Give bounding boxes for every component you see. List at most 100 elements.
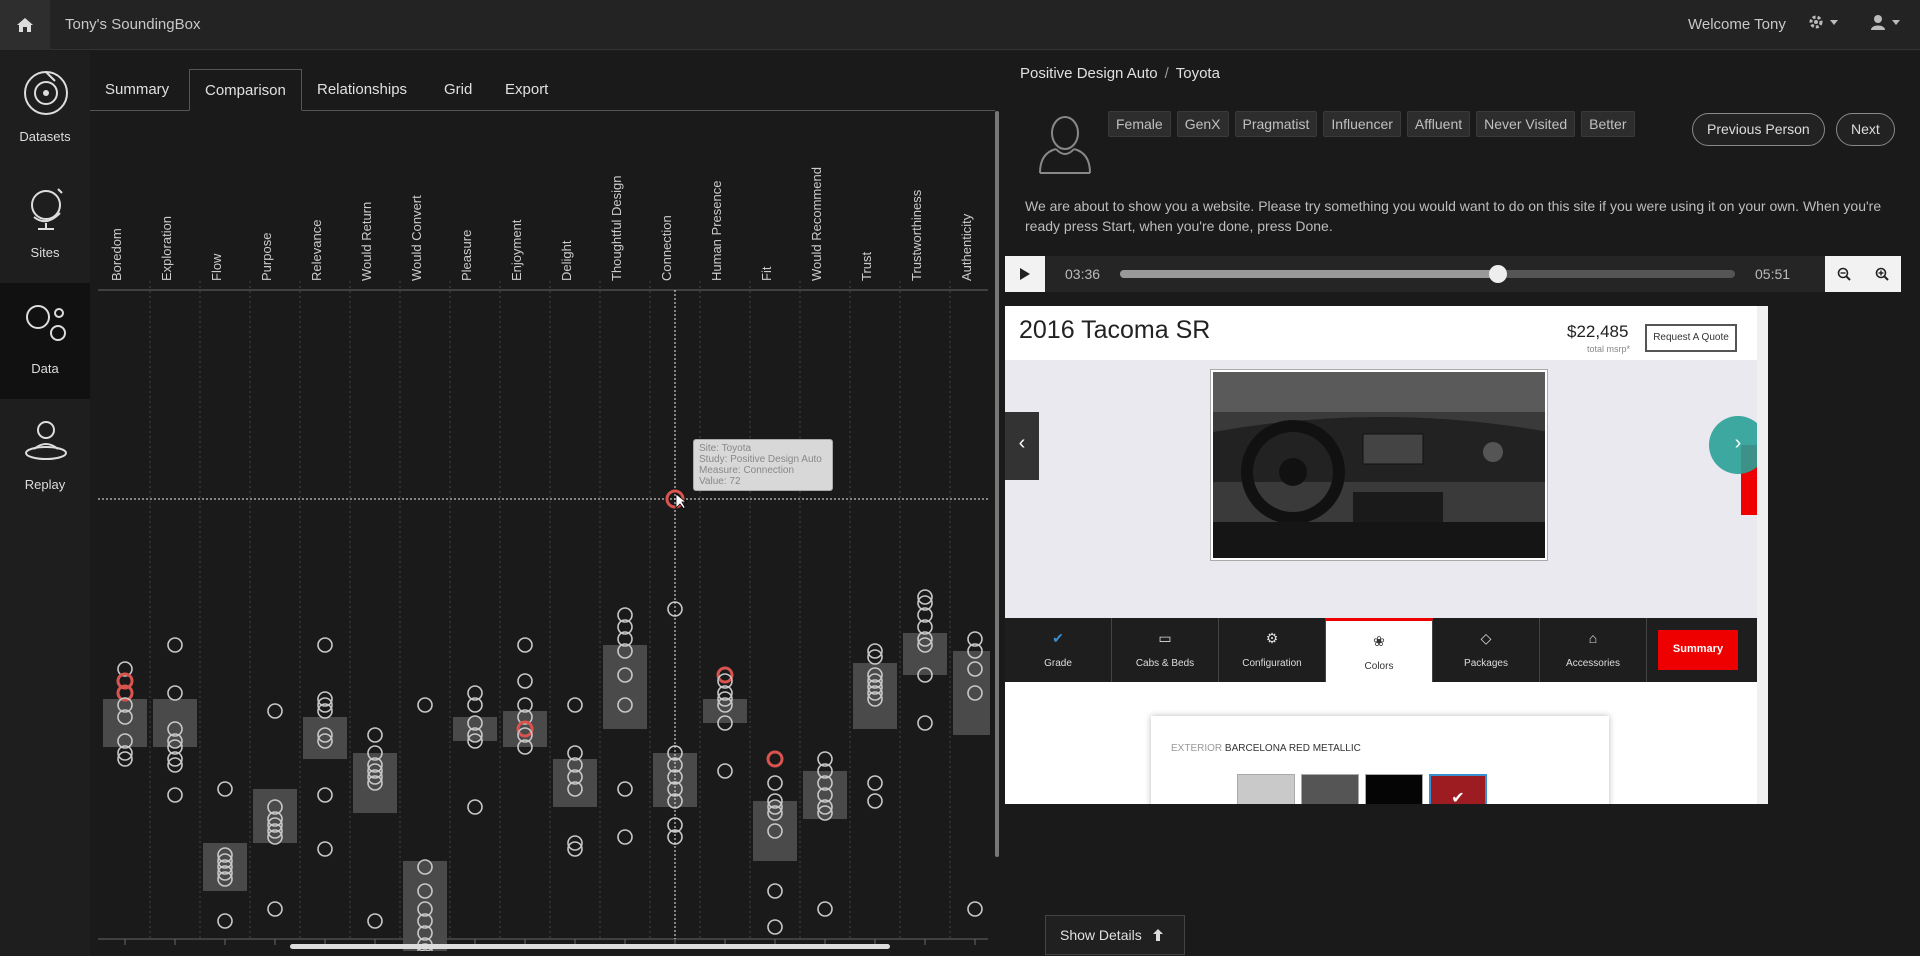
interquartile-box	[853, 663, 897, 729]
settings-menu-button[interactable]	[1808, 14, 1838, 30]
sidebar-item-data[interactable]: Data	[0, 283, 90, 399]
color-swatch-black[interactable]	[1365, 774, 1423, 804]
nav-accessories[interactable]: ⌂ Accessories	[1540, 618, 1647, 682]
total-time: 05:51	[1755, 266, 1791, 282]
column-label: Would Return	[359, 202, 374, 281]
nav-grade[interactable]: ✔ Grade	[1005, 618, 1112, 682]
zoom-in-icon	[1875, 267, 1889, 281]
chart-tooltip: Site: Toyota Study: Positive Design Auto…	[693, 439, 833, 491]
nav-packages[interactable]: ◇ Packages	[1433, 618, 1540, 682]
color-swatch-gray[interactable]	[1301, 774, 1359, 804]
tag-affluent: Affluent	[1406, 111, 1471, 137]
column-label: Trust	[859, 251, 874, 281]
sidebar-item-label: Datasets	[19, 129, 71, 144]
breadcrumb-separator: /	[1164, 65, 1169, 82]
nav-colors-label: Colors	[1364, 661, 1394, 672]
data-point-highlight	[766, 750, 784, 768]
tag-genx: GenX	[1176, 111, 1229, 137]
configurator-nav: ✔ Grade ▭ Cabs & Beds ⚙ Configuration ❀ Colo…	[1005, 618, 1757, 682]
column-label: Authenticity	[959, 213, 974, 281]
play-icon	[1020, 268, 1030, 280]
column-label: Relevance	[309, 220, 324, 281]
color-swatch-silver[interactable]	[1237, 774, 1295, 804]
person-silhouette-icon	[1039, 116, 1091, 174]
column-label: Would Convert	[409, 195, 424, 281]
tab-comparison[interactable]: Comparison	[189, 69, 302, 111]
color-selector: EXTERIOR BARCELONA RED METALLIC ✔	[1151, 716, 1609, 804]
tab-relationships[interactable]: Relationships	[302, 69, 422, 111]
breadcrumb-study[interactable]: Positive Design Auto	[1020, 65, 1158, 82]
vertical-scrollbar[interactable]	[995, 111, 999, 857]
package-box-icon: ◇	[1480, 630, 1492, 646]
nav-configuration[interactable]: ⚙ Configuration	[1219, 618, 1326, 682]
site-scrollbar[interactable]	[1757, 306, 1768, 804]
avatar	[1038, 113, 1092, 180]
tooltip-value: Value: 72	[699, 476, 741, 487]
chevron-down-icon	[1892, 19, 1900, 25]
data-point	[167, 637, 183, 653]
home-icon	[17, 18, 33, 32]
interquartile-box	[303, 717, 347, 759]
tag-better: Better	[1581, 111, 1635, 137]
next-button[interactable]: Next	[1836, 113, 1895, 146]
request-quote-button[interactable]: Request A Quote	[1645, 324, 1737, 352]
column-label: Delight	[559, 240, 574, 281]
carousel-prev-button[interactable]: ‹	[1005, 412, 1039, 480]
data-bubbles-icon	[26, 305, 66, 341]
data-point	[167, 787, 183, 803]
zoom-out-button[interactable]	[1825, 256, 1863, 292]
column-label: Flow	[209, 253, 224, 281]
show-details-label: Show Details	[1060, 927, 1142, 943]
top-bar: Tony's SoundingBox Welcome Tony	[0, 0, 1920, 50]
sidebar-item-sites[interactable]: Sites	[0, 167, 90, 283]
show-details-button[interactable]: Show Details	[1045, 915, 1185, 955]
breadcrumb-site[interactable]: Toyota	[1176, 65, 1220, 82]
nav-cabs-beds[interactable]: ▭ Cabs & Beds	[1112, 618, 1219, 682]
home-button[interactable]	[0, 0, 50, 50]
comparison-chart: Boredom Exploration Flow Purpose Relevance Wo…	[90, 121, 1001, 956]
column-label: Would Recommend	[809, 167, 824, 281]
sidebar: Datasets Sites Data Replay	[0, 51, 90, 955]
data-point	[617, 829, 633, 845]
checkmark-icon: ✔	[1451, 790, 1465, 804]
summary-button[interactable]: Summary	[1658, 630, 1738, 670]
data-point	[217, 781, 233, 797]
previous-person-button[interactable]: Previous Person	[1692, 113, 1825, 146]
tab-summary[interactable]: Summary	[90, 69, 184, 111]
color-swatch-red-selected[interactable]: ✔	[1429, 774, 1487, 804]
sidebar-item-replay[interactable]: Replay	[0, 399, 90, 515]
nav-summary-wrap: Summary	[1647, 618, 1738, 682]
user-menu-button[interactable]	[1870, 14, 1900, 30]
data-point	[467, 799, 483, 815]
nav-colors[interactable]: ❀ Colors	[1326, 618, 1433, 682]
site-price: $22,485	[1567, 322, 1629, 341]
sidebar-item-datasets[interactable]: Datasets	[0, 51, 90, 167]
column-label: Exploration	[159, 216, 174, 281]
horizontal-scrollbar[interactable]	[290, 944, 890, 949]
zoom-in-button[interactable]	[1863, 256, 1901, 292]
arrow-up-icon	[1152, 929, 1163, 941]
tooltip-measure: Measure: Connection	[699, 465, 795, 476]
column-label: Enjoyment	[509, 219, 524, 281]
play-button[interactable]	[1005, 256, 1045, 292]
comparison-panel: Summary Comparison Relationships Grid Ex…	[90, 51, 1001, 956]
interquartile-box	[703, 699, 747, 723]
data-point	[367, 913, 383, 929]
data-point	[767, 919, 783, 935]
vehicle-interior-image	[1211, 370, 1547, 560]
globe-icon	[31, 188, 63, 230]
interquartile-box	[103, 699, 147, 747]
data-point	[417, 697, 433, 713]
tab-grid[interactable]: Grid	[429, 69, 487, 111]
tab-export[interactable]: Export	[490, 69, 563, 111]
chevron-down-icon	[1830, 19, 1838, 25]
seek-handle[interactable]	[1489, 265, 1508, 283]
seek-slider[interactable]	[1120, 265, 1735, 283]
tag-icon: ⌂	[1588, 630, 1598, 646]
checkmark-icon: ✔	[1052, 630, 1064, 646]
tag-never-visited: Never Visited	[1476, 111, 1576, 137]
app-title: Tony's SoundingBox	[65, 16, 201, 33]
data-point	[567, 697, 583, 713]
data-point	[267, 703, 283, 719]
data-point	[867, 775, 883, 791]
